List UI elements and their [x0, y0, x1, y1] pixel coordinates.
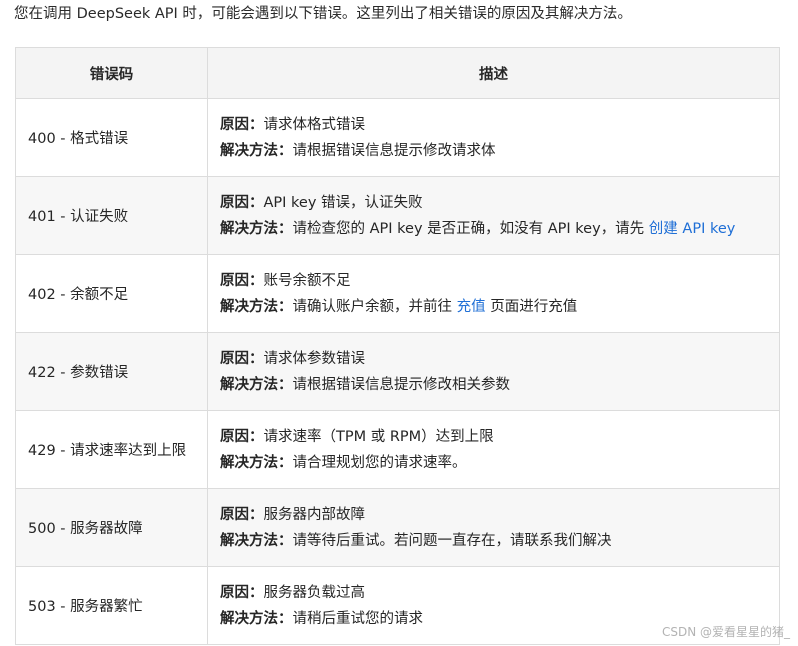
cause-text: 服务器负载过高 — [263, 584, 366, 601]
solution-text: 请确认账户余额，并前往 — [292, 298, 457, 315]
cause-line: 原因：服务器内部故障 — [220, 506, 366, 523]
cause-line: 原因：API key 错误，认证失败 — [220, 194, 423, 211]
solution-label: 解决方法 — [220, 142, 278, 159]
solution-label: 解决方法 — [220, 376, 278, 393]
column-header-error-code: 错误码 — [15, 47, 208, 99]
table-row: 422 - 参数错误 原因：请求体参数错误 解决方法：请根据错误信息提示修改相关… — [15, 332, 780, 411]
cause-text: 账号余额不足 — [263, 272, 351, 289]
solution-text-after: 页面进行充值 — [485, 298, 578, 315]
cause-label: 原因 — [220, 194, 249, 211]
solution-line: 解决方法：请确认账户余额，并前往 充值 页面进行充值 — [220, 298, 578, 315]
cause-line: 原因：服务器负载过高 — [220, 584, 366, 601]
solution-text: 请等待后重试。若问题一直存在，请联系我们解决 — [292, 532, 612, 549]
solution-line: 解决方法：请检查您的 API key 是否正确，如没有 API key，请先 创… — [220, 220, 736, 237]
cause-text: 请求速率（TPM 或 RPM）达到上限 — [263, 428, 494, 445]
solution-label: 解决方法 — [220, 454, 278, 471]
error-code-cell: 401 - 认证失败 — [15, 176, 208, 255]
cause-label: 原因 — [220, 584, 249, 601]
description-cell: 原因：账号余额不足 解决方法：请确认账户余额，并前往 充值 页面进行充值 — [207, 254, 780, 333]
table-row: 429 - 请求速率达到上限 原因：请求速率（TPM 或 RPM）达到上限 解决… — [15, 410, 780, 489]
solution-label: 解决方法 — [220, 298, 278, 315]
cause-label: 原因 — [220, 116, 249, 133]
description-cell: 原因：API key 错误，认证失败 解决方法：请检查您的 API key 是否… — [207, 176, 780, 255]
error-code-cell: 402 - 余额不足 — [15, 254, 208, 333]
solution-line: 解决方法：请等待后重试。若问题一直存在，请联系我们解决 — [220, 532, 612, 549]
error-code-cell: 400 - 格式错误 — [15, 98, 208, 177]
cause-line: 原因：请求速率（TPM 或 RPM）达到上限 — [220, 428, 494, 445]
solution-text: 请检查您的 API key 是否正确，如没有 API key，请先 — [292, 220, 649, 237]
table-header-row: 错误码 描述 — [15, 47, 780, 99]
solution-line: 解决方法：请根据错误信息提示修改相关参数 — [220, 376, 511, 393]
solution-text: 请根据错误信息提示修改请求体 — [292, 142, 496, 159]
error-code-cell: 422 - 参数错误 — [15, 332, 208, 411]
cause-label: 原因 — [220, 350, 249, 367]
solution-text: 请合理规划您的请求速率。 — [292, 454, 467, 471]
solution-label: 解决方法 — [220, 610, 278, 627]
cause-label: 原因 — [220, 428, 249, 445]
error-code-cell: 503 - 服务器繁忙 — [15, 566, 208, 645]
create-api-key-link[interactable]: 创建 API key — [649, 221, 736, 237]
error-code-table: 错误码 描述 400 - 格式错误 原因：请求体格式错误 解决方法：请根据错误信… — [15, 47, 780, 645]
cause-text: 服务器内部故障 — [263, 506, 366, 523]
description-cell: 原因：请求速率（TPM 或 RPM）达到上限 解决方法：请合理规划您的请求速率。 — [207, 410, 780, 489]
cause-label: 原因 — [220, 506, 249, 523]
description-cell: 原因：请求体参数错误 解决方法：请根据错误信息提示修改相关参数 — [207, 332, 780, 411]
solution-label: 解决方法 — [220, 220, 278, 237]
error-code-cell: 429 - 请求速率达到上限 — [15, 410, 208, 489]
cause-text: API key 错误，认证失败 — [263, 194, 423, 211]
table-row: 400 - 格式错误 原因：请求体格式错误 解决方法：请根据错误信息提示修改请求… — [15, 98, 780, 177]
cause-line: 原因：请求体参数错误 — [220, 350, 366, 367]
cause-text: 请求体格式错误 — [263, 116, 366, 133]
column-header-description: 描述 — [207, 47, 780, 99]
solution-line: 解决方法：请根据错误信息提示修改请求体 — [220, 142, 496, 159]
table-row: 500 - 服务器故障 原因：服务器内部故障 解决方法：请等待后重试。若问题一直… — [15, 488, 780, 567]
cause-label: 原因 — [220, 272, 249, 289]
intro-paragraph: 您在调用 DeepSeek API 时，可能会遇到以下错误。这里列出了相关错误的… — [14, 6, 632, 22]
cause-line: 原因：账号余额不足 — [220, 272, 351, 289]
table-row: 402 - 余额不足 原因：账号余额不足 解决方法：请确认账户余额，并前往 充值… — [15, 254, 780, 333]
error-code-cell: 500 - 服务器故障 — [15, 488, 208, 567]
description-cell: 原因：请求体格式错误 解决方法：请根据错误信息提示修改请求体 — [207, 98, 780, 177]
solution-label: 解决方法 — [220, 532, 278, 549]
solution-text: 请稍后重试您的请求 — [292, 610, 424, 627]
table-row: 401 - 认证失败 原因：API key 错误，认证失败 解决方法：请检查您的… — [15, 176, 780, 255]
description-cell: 原因：服务器内部故障 解决方法：请等待后重试。若问题一直存在，请联系我们解决 — [207, 488, 780, 567]
csdn-watermark: CSDN @爱看星星的猪_ — [661, 625, 790, 639]
solution-text: 请根据错误信息提示修改相关参数 — [292, 376, 511, 393]
cause-line: 原因：请求体格式错误 — [220, 116, 366, 133]
cause-text: 请求体参数错误 — [263, 350, 366, 367]
recharge-link[interactable]: 充值 — [457, 299, 486, 315]
solution-line: 解决方法：请合理规划您的请求速率。 — [220, 454, 467, 471]
